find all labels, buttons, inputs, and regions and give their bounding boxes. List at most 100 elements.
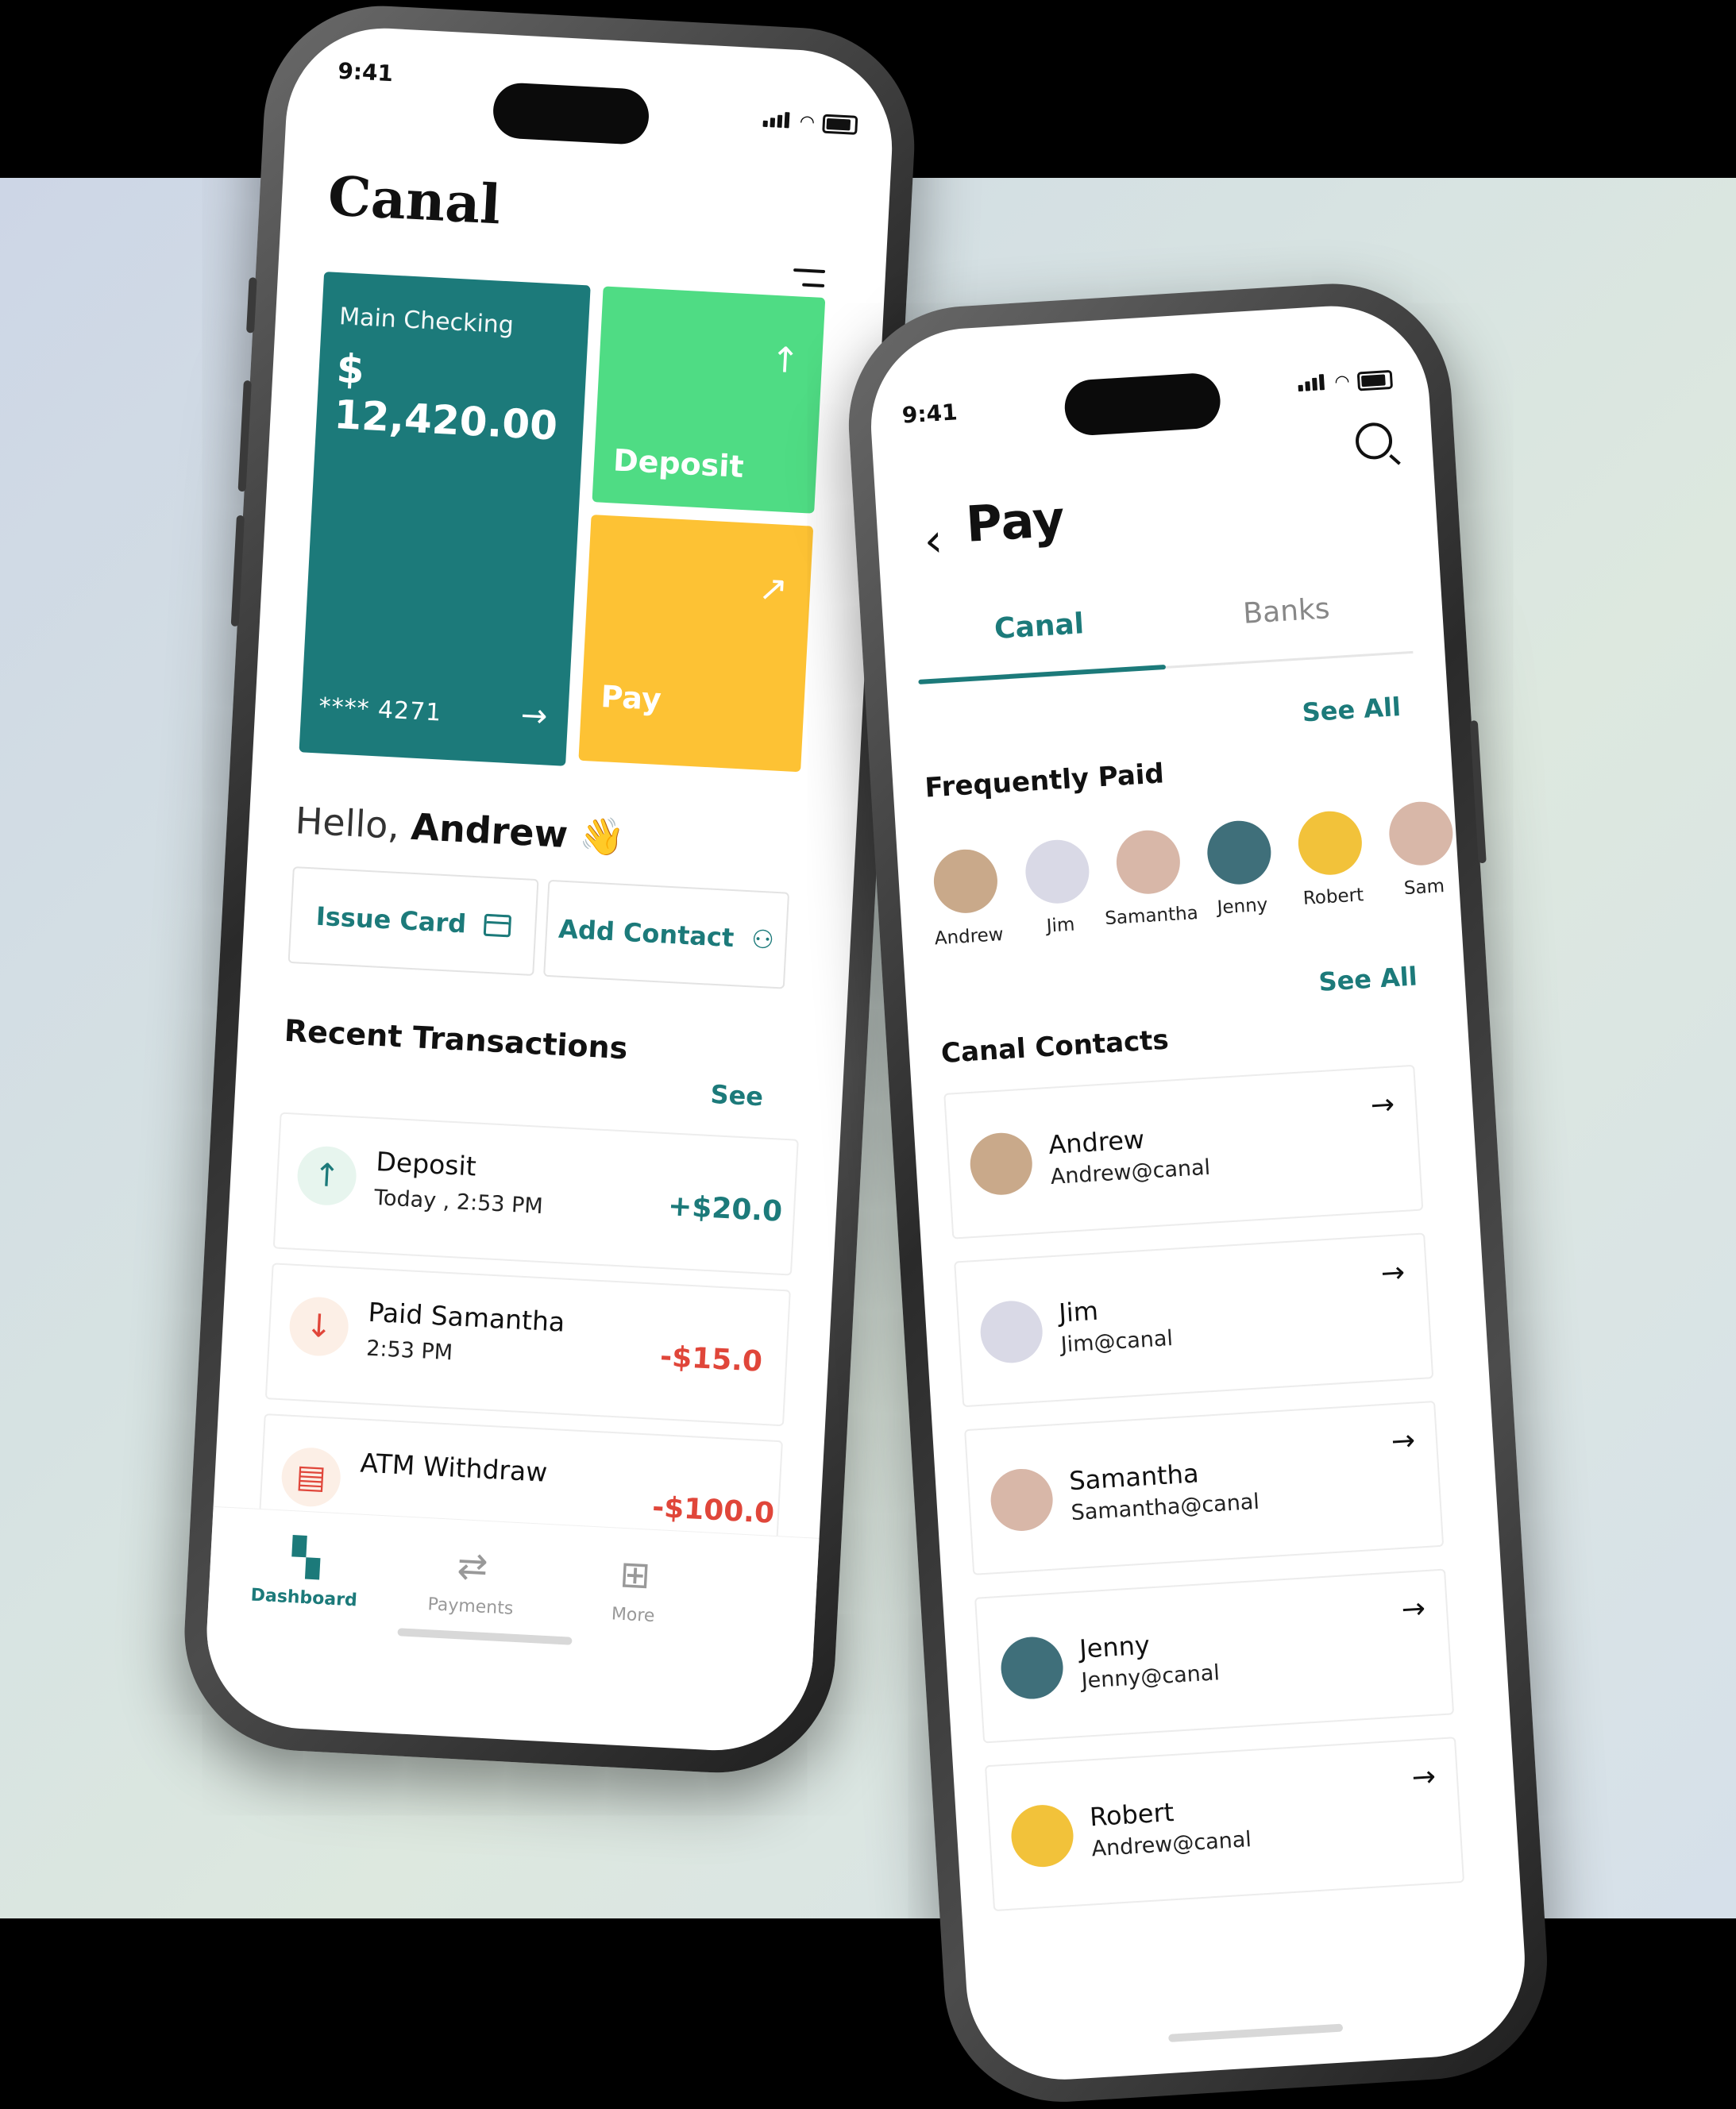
contact-name: Samantha: [1068, 1458, 1200, 1497]
contact-handle: Jenny@canal: [1080, 1660, 1221, 1694]
avatar[interactable]: [1387, 800, 1455, 868]
signal-icon: [762, 111, 792, 132]
phone-dashboard: 9:41 ◠ Canal Main Checking $ 12,420.00 *…: [178, 0, 920, 1779]
swap-icon: ⇄: [456, 1544, 489, 1589]
transaction-date: Today , 2:53 PM: [373, 1185, 544, 1220]
signal-icon: [1298, 374, 1327, 395]
card-icon: [483, 913, 511, 938]
status-icons: ◠: [1298, 369, 1394, 395]
avatar[interactable]: [1114, 828, 1182, 896]
avatar-name: Sam: [1403, 876, 1445, 900]
arrow-right-icon[interactable]: →: [1391, 1425, 1417, 1459]
menu-icon[interactable]: [792, 268, 826, 299]
account-label: Main Checking: [338, 303, 515, 340]
dynamic-island: [492, 81, 650, 146]
tab-canal[interactable]: Canal: [915, 603, 1164, 650]
transaction-row[interactable]: ↑ Deposit Today , 2:53 PM +$20.0: [272, 1112, 799, 1276]
contact-handle: Andrew@canal: [1090, 1827, 1252, 1862]
tab-banks[interactable]: Banks: [1162, 588, 1411, 635]
arrow-up-icon: ↑: [769, 339, 801, 382]
active-tab-indicator: [918, 664, 1167, 684]
battery-icon: [822, 114, 858, 135]
page-title: Pay: [964, 489, 1067, 553]
dashboard-icon: ▚: [291, 1535, 322, 1579]
contact-handle: Jim@canal: [1059, 1325, 1174, 1358]
transaction-amount: -$100.0: [651, 1490, 776, 1530]
contact-card[interactable]: Jim Jim@canal →: [954, 1232, 1434, 1408]
home-indicator: [397, 1628, 573, 1645]
tab-dashboard-label: Dashboard: [250, 1585, 358, 1611]
status-time: 9:41: [337, 57, 394, 87]
arrow-upright-icon: ↗: [757, 568, 789, 611]
tab-more[interactable]: ⊞ More: [569, 1550, 700, 1629]
avatar: [989, 1467, 1055, 1533]
contact-name: Andrew: [1047, 1124, 1146, 1161]
phone-pay: 9:41 ◠ ‹ Pay Canal Banks See All Frequen…: [842, 276, 1554, 2109]
transaction-name: Deposit: [375, 1146, 477, 1182]
contact-card[interactable]: Jenny Jenny@canal →: [974, 1568, 1455, 1744]
avatar[interactable]: [1024, 838, 1091, 906]
transaction-amount: -$15.0: [659, 1340, 763, 1378]
account-number: **** 4271: [318, 692, 443, 727]
arrow-right-icon[interactable]: →: [1410, 1760, 1437, 1795]
contact-name: Robert: [1089, 1797, 1175, 1833]
add-contact-button[interactable]: Add Contact ⚇: [543, 879, 790, 989]
deposit-label: Deposit: [612, 442, 745, 484]
see-all-transactions-link[interactable]: See: [710, 1079, 764, 1112]
transaction-name: Paid Samantha: [367, 1296, 566, 1338]
status-time: 9:41: [901, 399, 959, 429]
issue-card-label: Issue Card: [315, 900, 468, 939]
deposit-tile[interactable]: ↑ Deposit: [592, 286, 826, 514]
recent-transactions-title: Recent Transactions: [283, 1012, 629, 1066]
contact-card[interactable]: Samantha Samantha@canal →: [964, 1400, 1445, 1575]
wifi-icon: ◠: [1333, 372, 1351, 393]
search-icon[interactable]: [1354, 422, 1394, 461]
transaction-row[interactable]: ↓ Paid Samantha 2:53 PM -$15.0: [264, 1263, 791, 1427]
wifi-icon: ◠: [799, 112, 816, 133]
transaction-name: ATM Withdraw: [359, 1447, 549, 1488]
wave-emoji: 👋: [578, 813, 627, 859]
status-icons: ◠: [762, 110, 858, 135]
greeting: Hello, Andrew 👋: [295, 799, 627, 860]
issue-card-button[interactable]: Issue Card: [287, 866, 539, 977]
contact-name: Jenny: [1078, 1629, 1151, 1664]
pay-screen: 9:41 ◠ ‹ Pay Canal Banks See All Frequen…: [865, 300, 1531, 2086]
arrow-right-icon[interactable]: →: [1370, 1088, 1396, 1122]
pay-tile[interactable]: ↗ Pay: [578, 515, 814, 773]
transaction-amount: +$20.0: [667, 1189, 784, 1228]
add-user-icon: ⚇: [750, 923, 775, 955]
see-all-contacts-link[interactable]: See All: [1317, 961, 1418, 997]
add-contact-label: Add Contact: [557, 913, 735, 954]
arrow-up-icon: ↑: [295, 1144, 358, 1207]
account-card[interactable]: Main Checking $ 12,420.00 **** 4271 →: [299, 272, 591, 766]
arrow-right-icon[interactable]: →: [520, 697, 549, 735]
tab-dashboard[interactable]: ▚ Dashboard: [240, 1533, 371, 1611]
app-brand: Canal: [326, 164, 503, 237]
contact-name: Jim: [1058, 1295, 1099, 1328]
arrow-right-icon[interactable]: →: [1380, 1256, 1406, 1290]
atm-icon: ▤: [280, 1446, 342, 1509]
back-chevron-icon[interactable]: ‹: [923, 513, 944, 568]
avatar[interactable]: [1296, 809, 1364, 877]
contact-card[interactable]: Andrew Andrew@canal →: [943, 1064, 1424, 1240]
avatar[interactable]: [932, 847, 1000, 916]
avatar[interactable]: [1206, 819, 1273, 887]
grid-icon: ⊞: [619, 1552, 652, 1597]
greeting-name: Andrew: [410, 804, 569, 857]
arrow-right-icon[interactable]: →: [1401, 1592, 1427, 1626]
avatar: [999, 1635, 1065, 1701]
dynamic-island: [1063, 372, 1222, 438]
tab-more-label: More: [611, 1604, 656, 1627]
home-indicator: [1168, 2023, 1344, 2042]
arrow-down-icon: ↓: [287, 1295, 350, 1358]
tab-payments[interactable]: ⇄ Payments: [407, 1541, 538, 1620]
see-all-frequent-link[interactable]: See All: [1302, 692, 1402, 728]
tab-payments-label: Payments: [426, 1594, 514, 1619]
avatar: [968, 1131, 1035, 1197]
contact-handle: Andrew@canal: [1049, 1155, 1211, 1189]
contact-card[interactable]: Robert Andrew@canal →: [984, 1737, 1465, 1912]
canal-contacts-title: Canal Contacts: [939, 1024, 1170, 1070]
account-balance: $ 12,420.00: [333, 345, 559, 449]
battery-icon: [1356, 369, 1394, 391]
contact-handle: Samantha@canal: [1070, 1489, 1260, 1526]
